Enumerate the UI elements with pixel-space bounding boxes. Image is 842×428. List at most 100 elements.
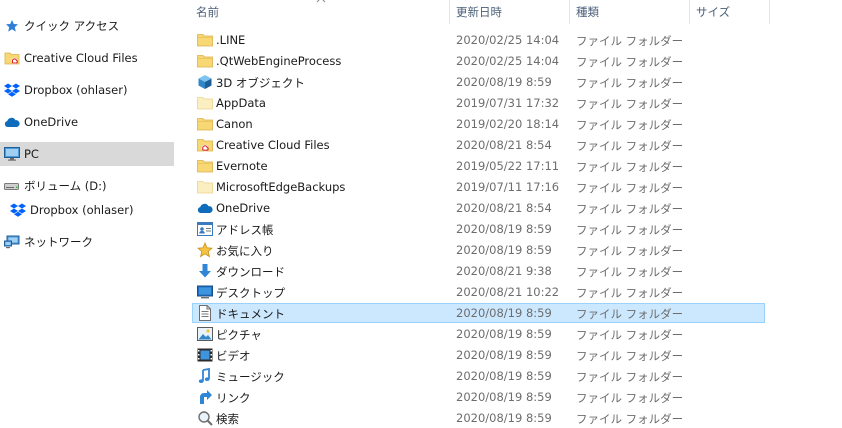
column-divider[interactable] — [769, 0, 770, 24]
file-type: ファイル フォルダー — [576, 286, 684, 300]
file-type: ファイル フォルダー — [576, 97, 684, 111]
nav-item-network[interactable]: ネットワーク — [0, 230, 174, 254]
file-modified-date: 2020/08/21 8:54 — [456, 138, 552, 152]
file-row[interactable]: リンク 2020/08/19 8:59 ファイル フォルダー — [192, 387, 765, 407]
folder-icon — [197, 53, 213, 69]
file-name: .QtWebEngineProcess — [216, 54, 342, 68]
file-name: ダウンロード — [216, 265, 285, 279]
file-row[interactable]: 検索 2020/08/19 8:59 ファイル フォルダー — [192, 408, 765, 428]
file-type: ファイル フォルダー — [576, 202, 684, 216]
file-modified-date: 2020/02/25 14:04 — [456, 54, 560, 68]
hidden-folder-icon — [197, 95, 213, 111]
column-header-label: 更新日時 — [456, 5, 502, 19]
file-modified-date: 2020/08/19 8:59 — [456, 75, 552, 89]
onedrive-cloud-icon — [4, 114, 20, 130]
file-modified-date: 2020/08/19 8:59 — [456, 222, 552, 236]
file-name: AppData — [216, 96, 266, 110]
column-header-label: サイズ — [696, 5, 731, 19]
file-row[interactable]: OneDrive 2020/08/21 8:54 ファイル フォルダー — [192, 198, 765, 218]
creative-cloud-folder-icon — [4, 50, 20, 66]
file-modified-date: 2019/05/22 17:11 — [456, 159, 560, 173]
file-name: ミュージック — [216, 370, 285, 384]
file-row[interactable]: ドキュメント 2020/08/19 8:59 ファイル フォルダー — [192, 303, 765, 323]
file-row[interactable]: MicrosoftEdgeBackups 2019/07/11 17:16 ファイル… — [192, 177, 765, 197]
file-type: ファイル フォルダー — [576, 55, 684, 69]
pc-monitor-icon — [4, 146, 20, 162]
file-type: ファイル フォルダー — [576, 76, 684, 90]
onedrive-icon — [197, 200, 213, 216]
file-type: ファイル フォルダー — [576, 391, 684, 405]
sort-ascending-caret-icon[interactable] — [316, 0, 326, 4]
nav-item-dropbox[interactable]: Dropbox (ohlaser) — [0, 78, 174, 102]
folder-icon — [197, 116, 213, 132]
file-modified-date: 2020/08/19 8:59 — [456, 327, 552, 341]
nav-label: Creative Cloud Files — [24, 51, 138, 65]
column-divider[interactable] — [449, 0, 450, 24]
file-name: アドレス帳 — [216, 223, 274, 237]
nav-item-volume-d[interactable]: ボリューム (D:) — [0, 174, 174, 198]
creative-cloud-folder-icon — [197, 137, 213, 153]
file-name: デスクトップ — [216, 286, 285, 300]
file-name: Evernote — [216, 159, 268, 173]
file-row[interactable]: デスクトップ 2020/08/21 10:22 ファイル フォルダー — [192, 282, 765, 302]
nav-label: PC — [24, 147, 39, 161]
file-name: .LINE — [216, 33, 246, 47]
nav-item-creative-cloud-files[interactable]: Creative Cloud Files — [0, 46, 174, 70]
music-icon — [197, 368, 213, 384]
file-type: ファイル フォルダー — [576, 118, 684, 132]
file-modified-date: 2020/08/19 8:59 — [456, 243, 552, 257]
file-type: ファイル フォルダー — [576, 160, 684, 174]
column-header-size[interactable]: サイズ — [696, 0, 730, 24]
file-row[interactable]: ビデオ 2020/08/19 8:59 ファイル フォルダー — [192, 345, 765, 365]
file-row[interactable]: アドレス帳 2020/08/19 8:59 ファイル フォルダー — [192, 219, 765, 239]
nav-item-onedrive[interactable]: OneDrive — [0, 110, 174, 134]
file-modified-date: 2020/08/19 8:59 — [456, 306, 552, 320]
file-modified-date: 2019/07/31 17:32 — [456, 96, 560, 110]
nav-label: OneDrive — [24, 115, 79, 129]
file-name: Canon — [216, 117, 253, 131]
links-icon — [197, 389, 213, 405]
file-row[interactable]: 3D オブジェクト 2020/08/19 8:59 ファイル フォルダー — [192, 72, 765, 92]
column-header-modified[interactable]: 更新日時 — [456, 0, 502, 24]
file-name: 検索 — [216, 412, 239, 426]
drive-icon — [4, 178, 20, 194]
column-divider[interactable] — [569, 0, 570, 24]
file-type: ファイル フォルダー — [576, 412, 684, 426]
favorites-star-icon — [197, 242, 213, 258]
file-row[interactable]: ダウンロード 2020/08/21 9:38 ファイル フォルダー — [192, 261, 765, 281]
file-type: ファイル フォルダー — [576, 265, 684, 279]
file-type: ファイル フォルダー — [576, 307, 684, 321]
pictures-icon — [197, 326, 213, 342]
column-header-label: 名前 — [196, 5, 219, 19]
nav-item-dropbox-sub[interactable]: Dropbox (ohlaser) — [0, 198, 174, 222]
desktop-icon — [197, 284, 213, 300]
file-name: ドキュメント — [216, 307, 285, 321]
nav-item-quick-access[interactable]: クイック アクセス — [0, 14, 174, 38]
column-divider[interactable] — [689, 0, 690, 24]
file-list[interactable]: 名前 更新日時 種類 サイズ .LINE 2020/02/25 14:04 ファイル… — [188, 0, 842, 426]
file-row[interactable]: ミュージック 2020/08/19 8:59 ファイル フォルダー — [192, 366, 765, 386]
nav-label: クイック アクセス — [24, 19, 120, 33]
folder-icon — [197, 32, 213, 48]
nav-label: ネットワーク — [24, 235, 93, 249]
file-row[interactable]: .QtWebEngineProcess 2020/02/25 14:04 ファイル … — [192, 51, 765, 71]
file-type: ファイル フォルダー — [576, 34, 684, 48]
file-modified-date: 2020/08/21 10:22 — [456, 285, 560, 299]
file-name: ピクチャ — [216, 328, 262, 342]
file-row[interactable]: Canon 2019/02/20 18:14 ファイル フォルダー — [192, 114, 765, 134]
column-header-name[interactable]: 名前 — [196, 0, 219, 24]
file-row[interactable]: お気に入り 2020/08/19 8:59 ファイル フォルダー — [192, 240, 765, 260]
videos-icon — [197, 347, 213, 363]
file-row[interactable]: Creative Cloud Files 2020/08/21 8:54 ファイル … — [192, 135, 765, 155]
file-row[interactable]: Evernote 2019/05/22 17:11 ファイル フォルダー — [192, 156, 765, 176]
file-modified-date: 2020/08/19 8:59 — [456, 390, 552, 404]
column-header-type[interactable]: 種類 — [576, 0, 599, 24]
file-row[interactable]: ピクチャ 2020/08/19 8:59 ファイル フォルダー — [192, 324, 765, 344]
file-type: ファイル フォルダー — [576, 349, 684, 363]
file-row[interactable]: .LINE 2020/02/25 14:04 ファイル フォルダー — [192, 30, 765, 50]
file-modified-date: 2020/02/25 14:04 — [456, 33, 560, 47]
navigation-pane[interactable]: クイック アクセス Creative Cloud Files Dropbox (… — [0, 0, 178, 418]
nav-item-pc[interactable]: PC — [0, 142, 174, 166]
file-name: Creative Cloud Files — [216, 138, 330, 152]
file-row[interactable]: AppData 2019/07/31 17:32 ファイル フォルダー — [192, 93, 765, 113]
